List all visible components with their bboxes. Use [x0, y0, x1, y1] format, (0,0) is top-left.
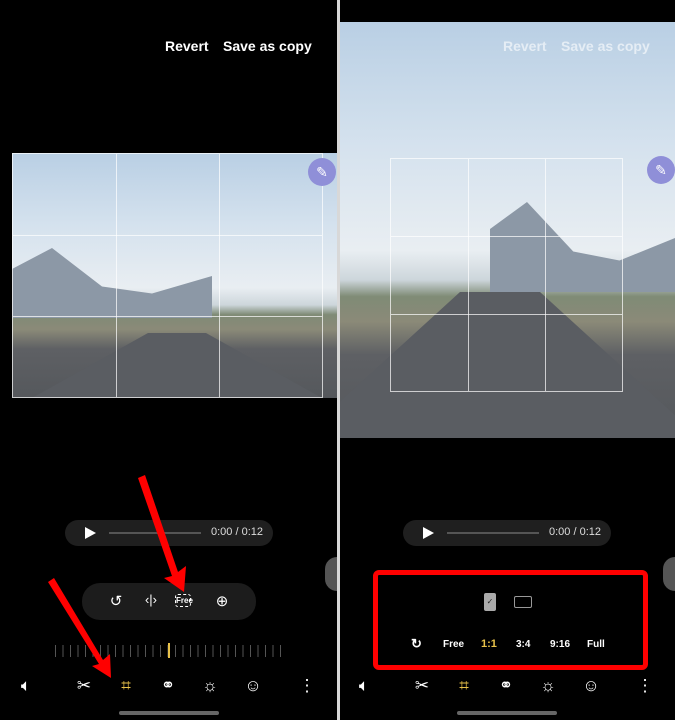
playback-bar[interactable]: 0:00 / 0:12 — [403, 520, 611, 546]
arrow-to-crop — [48, 578, 111, 678]
sticker-icon[interactable]: ☺ — [579, 676, 603, 696]
bottom-toolbar: 🔈︎ ✂ ⌗ ⚭ ☼ ☺ ⋮ — [340, 676, 675, 700]
brightness-icon[interactable]: ☼ — [536, 676, 560, 696]
crop-rotate-icon[interactable]: ⌗ — [452, 676, 476, 696]
volume-icon[interactable]: 🔈︎ — [352, 676, 376, 696]
home-bar — [457, 711, 557, 715]
scissors-icon[interactable]: ✂ — [410, 676, 434, 696]
more-icon[interactable]: ⋮ — [633, 676, 657, 696]
time-readout: 0:00 / 0:12 — [549, 526, 601, 538]
annotation-highlight-box — [373, 570, 648, 670]
play-icon[interactable] — [423, 527, 434, 539]
right-screen: Revert Save as copy ✎ 0:00 / 0:12 ✓ ↻ Fr… — [340, 0, 675, 720]
save-as-copy-button[interactable]: Save as copy — [561, 38, 650, 54]
edge-panel-handle[interactable] — [663, 557, 675, 591]
filters-icon[interactable]: ⚭ — [494, 676, 518, 696]
left-screen: Revert Save as copy ✎ 0:00 / 0:12 ↺ ‹|› … — [0, 0, 337, 720]
pen-icon[interactable]: ✎ — [647, 156, 675, 184]
annotation-arrows — [48, 475, 186, 678]
revert-button[interactable]: Revert — [503, 38, 547, 54]
crop-grid[interactable] — [390, 158, 623, 392]
arrow-to-free — [138, 475, 186, 592]
